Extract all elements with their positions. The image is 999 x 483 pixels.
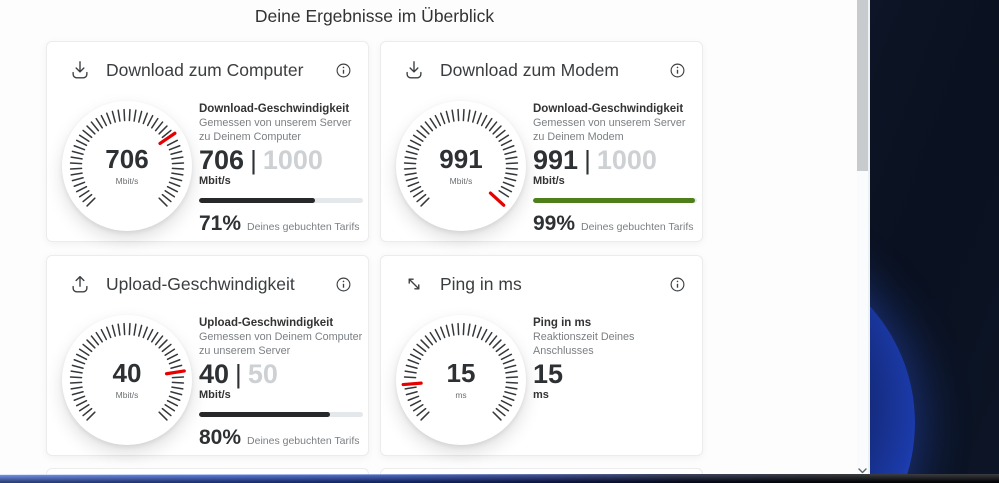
tariff-percent: 80% <box>199 426 242 450</box>
download-icon <box>402 58 426 82</box>
result-card-download-computer: Download zum Computer 706 Mbit/s Downloa… <box>46 41 369 242</box>
card-header: Upload-Geschwindigkeit <box>68 269 353 299</box>
gauge-unit: ms <box>455 390 467 400</box>
detail-description: Reaktionszeit Deines Anschlusses <box>533 331 635 358</box>
measurement-detail: Download-Geschwindigkeit Gemessen von un… <box>199 103 363 236</box>
card-header: Download zum Computer <box>68 55 353 85</box>
detail-description: Gemessen von Deinem Computer zu unserem … <box>199 331 363 358</box>
value-separator: | <box>250 145 257 176</box>
ping-icon <box>402 272 426 296</box>
detail-heading: Download-Geschwindigkeit <box>199 103 350 115</box>
wallpaper-blue-sphere <box>870 249 915 483</box>
value-row: 706 | 1000 <box>199 146 363 174</box>
upload-icon <box>68 272 92 296</box>
speed-gauge: 706 Mbit/s <box>62 101 192 231</box>
value-row: 40 | 50 <box>199 360 363 388</box>
booked-max-value: 1000 <box>262 145 323 176</box>
tariff-percent: 71% <box>199 212 242 236</box>
detail-heading: Ping in ms <box>533 317 592 329</box>
tariff-progress-fill <box>533 198 696 204</box>
page-title: Deine Ergebnisse im Überblick <box>254 6 495 26</box>
card-title: Upload-Geschwindigkeit <box>106 273 295 294</box>
measurement-detail: Ping in ms Reaktionszeit Deines Anschlus… <box>533 317 697 401</box>
tariff-progress-bar <box>199 198 363 204</box>
detail-description: Gemessen von unserem Server zu Deinem Mo… <box>533 117 686 144</box>
measured-value: 15 <box>533 359 564 390</box>
gauge-value: 706 <box>105 144 149 174</box>
download-icon <box>68 58 92 82</box>
tariff-percent-label: Deines gebuchten Tarifs <box>581 221 694 234</box>
measured-value: 40 <box>199 359 230 390</box>
result-card-upload: Upload-Geschwindigkeit 40 Mbit/s Upload-… <box>46 255 369 456</box>
gauge-value: 15 <box>446 358 476 388</box>
speed-gauge: 40 Mbit/s <box>62 315 192 445</box>
measurement-detail: Download-Geschwindigkeit Gemessen von un… <box>533 103 697 236</box>
gauge-unit: Mbit/s <box>115 390 139 400</box>
speedtest-results-page: Deine Ergebnisse im Überblick Download z… <box>0 0 999 483</box>
measurement-detail: Upload-Geschwindigkeit Gemessen von Dein… <box>199 317 363 450</box>
tariff-percent-label: Deines gebuchten Tarifs <box>247 221 360 234</box>
card-title: Ping in ms <box>440 273 522 294</box>
speed-gauge: 991 Mbit/s <box>396 101 526 231</box>
gauge-unit: Mbit/s <box>449 176 473 186</box>
tariff-progress-bar <box>199 412 363 418</box>
value-row: 991 | 1000 <box>533 146 697 174</box>
measured-value: 991 <box>533 145 579 176</box>
gauge-unit: Mbit/s <box>115 176 139 186</box>
vertical-scrollbar[interactable] <box>857 0 868 483</box>
detail-heading: Download-Geschwindigkeit <box>533 103 684 115</box>
card-title: Download zum Modem <box>440 59 619 80</box>
info-icon[interactable] <box>669 61 687 79</box>
ping-gauge: 15 ms <box>396 315 526 445</box>
detail-description: Gemessen von unserem Server zu Deinem Co… <box>199 117 352 144</box>
info-icon[interactable] <box>335 61 353 79</box>
tariff-progress-fill <box>199 412 331 418</box>
value-separator: | <box>235 359 242 390</box>
booked-max-value: 50 <box>247 359 278 390</box>
card-header: Ping in ms <box>402 269 687 299</box>
result-card-ping: Ping in ms 15 ms Ping in ms Reaktionszei… <box>380 255 703 456</box>
value-unit: Mbit/s <box>199 389 231 402</box>
tariff-percent: 99% <box>533 212 576 236</box>
detail-heading: Upload-Geschwindigkeit <box>199 317 334 329</box>
value-unit: Mbit/s <box>199 175 231 188</box>
tariff-progress-fill <box>199 198 316 204</box>
taskbar-edge <box>0 474 999 483</box>
scrollbar-thumb[interactable] <box>857 0 868 171</box>
tariff-progress-bar <box>533 198 697 204</box>
value-separator: | <box>584 145 591 176</box>
percent-row: 71% Deines gebuchten Tarifs <box>199 212 363 236</box>
percent-row: 99% Deines gebuchten Tarifs <box>533 212 697 236</box>
desktop-wallpaper <box>868 0 999 483</box>
booked-max-value: 1000 <box>596 145 657 176</box>
value-unit: Mbit/s <box>533 175 565 188</box>
measured-value: 706 <box>199 145 245 176</box>
value-row: 15 <box>533 360 697 388</box>
tariff-percent-label: Deines gebuchten Tarifs <box>247 435 360 448</box>
card-header: Download zum Modem <box>402 55 687 85</box>
value-unit: ms <box>533 389 549 402</box>
gauge-value: 40 <box>112 358 142 388</box>
gauge-value: 991 <box>439 144 483 174</box>
info-icon[interactable] <box>669 275 687 293</box>
info-icon[interactable] <box>335 275 353 293</box>
card-title: Download zum Computer <box>106 59 304 80</box>
percent-row: 80% Deines gebuchten Tarifs <box>199 426 363 450</box>
result-card-download-modem: Download zum Modem 991 Mbit/s Download-G… <box>380 41 703 242</box>
